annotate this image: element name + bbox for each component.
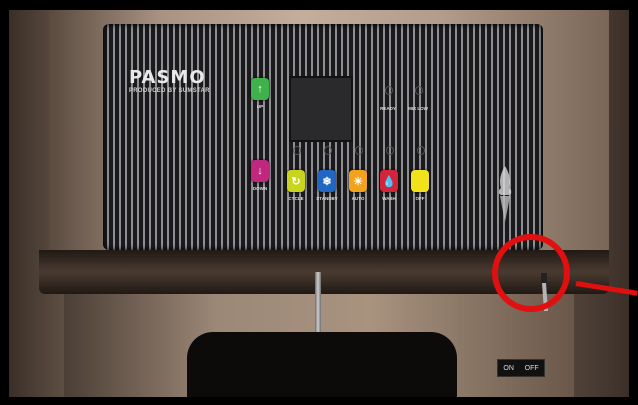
standby-button[interactable]: ❄ [318, 170, 336, 192]
standby-icon: ❄ [322, 175, 332, 188]
off-label: OFF [415, 196, 425, 201]
auto-label: AUTO [351, 196, 365, 201]
cycle-icon: ↻ [291, 175, 301, 188]
off-led-icon [417, 146, 425, 155]
off-button[interactable] [411, 170, 429, 192]
down-arrow-icon: ↓ [257, 165, 263, 177]
water-drop-icon: 💧 [382, 175, 396, 188]
auto-button[interactable]: ☀ [349, 170, 367, 192]
lcd-display [289, 76, 353, 142]
ready-indicator-icon [385, 86, 393, 95]
switch-on-label: ON [503, 364, 514, 372]
up-button[interactable]: ↑ [251, 78, 269, 100]
standby-led-icon [324, 146, 332, 155]
standby-label: STANDBY [316, 196, 338, 201]
highlight-circle [492, 234, 570, 312]
up-label: UP [256, 104, 264, 109]
photo-frame: PASMO PRODUCED BY SUMSTAR ↑ UP READY MIX… [0, 0, 638, 405]
down-label: DOWN [252, 186, 268, 191]
dispense-opening [187, 332, 457, 397]
ice-cream-cone-icon [498, 166, 512, 222]
cycle-led-icon [293, 146, 301, 155]
brand-tagline: PRODUCED BY SUMSTAR [129, 88, 210, 94]
switch-off-label: OFF [524, 364, 539, 372]
machine-photo: PASMO PRODUCED BY SUMSTAR ↑ UP READY MIX… [9, 10, 629, 397]
wash-label: WASH [382, 196, 396, 201]
auto-led-icon [355, 146, 363, 155]
brand-logo: PASMO [129, 67, 206, 88]
up-arrow-icon: ↑ [257, 83, 263, 95]
mix-low-label: MIX LOW [408, 106, 428, 111]
cycle-label: CYCLE [288, 196, 304, 201]
ready-label: READY [380, 106, 396, 111]
wash-led-icon [386, 146, 394, 155]
mix-low-indicator-icon [415, 86, 423, 95]
sun-icon: ☀ [353, 175, 363, 188]
power-switch-plate[interactable]: ON OFF [497, 359, 545, 377]
cycle-button[interactable]: ↻ [287, 170, 305, 192]
wash-button[interactable]: 💧 [380, 170, 398, 192]
control-panel: PASMO PRODUCED BY SUMSTAR ↑ UP READY MIX… [103, 24, 543, 250]
down-button[interactable]: ↓ [251, 160, 269, 182]
